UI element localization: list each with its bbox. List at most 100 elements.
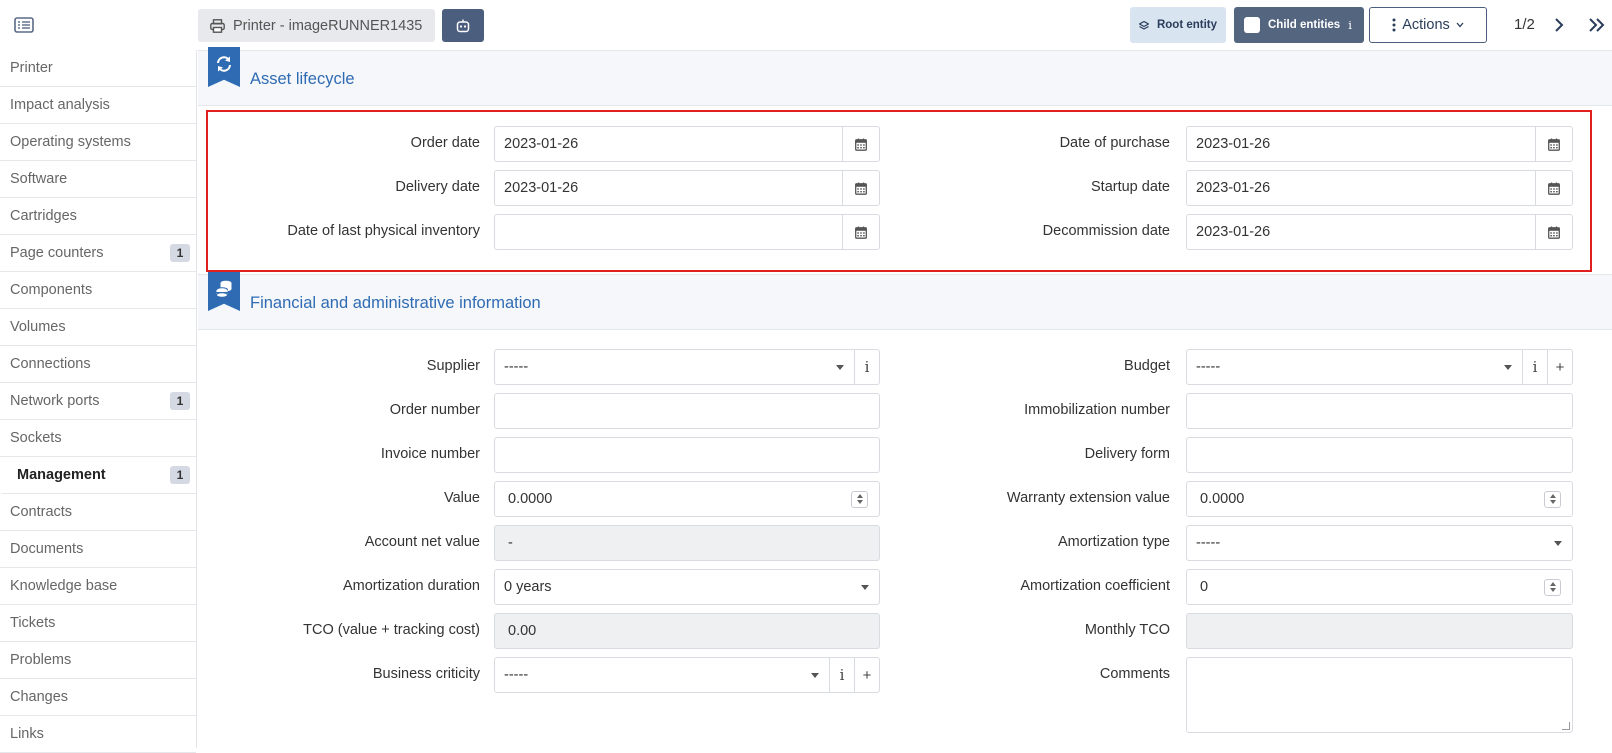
sidebar-item[interactable]: Volumes xyxy=(0,309,196,346)
calendar-icon xyxy=(1548,182,1560,195)
robot-icon xyxy=(456,19,470,32)
add-button[interactable]: + xyxy=(854,658,879,692)
actions-button[interactable]: Actions xyxy=(1369,7,1487,43)
section-title: Financial and administrative information xyxy=(250,294,541,312)
budget-select[interactable]: ----- i + xyxy=(1186,349,1573,385)
value-input[interactable]: 0.0000 xyxy=(494,481,880,517)
menu-toggle-icon[interactable] xyxy=(14,17,34,33)
sidebar-item[interactable]: Changes xyxy=(0,679,196,716)
invoice-number-label: Invoice number xyxy=(380,446,480,462)
sidebar-item[interactable]: Printer xyxy=(0,50,196,87)
calendar-button[interactable] xyxy=(1535,171,1572,205)
coins-icon xyxy=(216,280,232,298)
immobilization-number-label: Immobilization number xyxy=(1024,402,1170,418)
top-bar: Printer - imageRUNNER1435 Root entity Ch… xyxy=(0,0,1612,50)
chevron-down-icon xyxy=(1456,22,1464,28)
info-button[interactable]: i xyxy=(829,658,854,692)
more-vertical-icon xyxy=(1392,18,1396,32)
sidebar-item[interactable]: Tickets xyxy=(0,605,196,642)
sidebar-item-label: Connections xyxy=(10,356,91,372)
chevron-right-icon[interactable] xyxy=(1551,15,1567,35)
number-spinner-icon[interactable] xyxy=(851,490,868,508)
info-button[interactable]: i xyxy=(1522,350,1547,384)
order-date-value: 2023-01-26 xyxy=(504,136,579,152)
startup-date-date-input[interactable]: 2023-01-26 xyxy=(1186,170,1573,206)
bot-button[interactable] xyxy=(442,9,484,42)
delivery-date-date-input[interactable]: 2023-01-26 xyxy=(494,170,880,206)
amortization-duration-label: Amortization duration xyxy=(342,578,480,594)
amortization-duration-select[interactable]: 0 years xyxy=(494,569,880,605)
order-date-date-input[interactable]: 2023-01-26 xyxy=(494,126,880,162)
root-entity-button[interactable]: Root entity xyxy=(1130,7,1226,43)
calendar-button[interactable] xyxy=(842,171,879,205)
item-title-tab[interactable]: Printer - imageRUNNER1435 xyxy=(198,9,436,42)
count-badge: 1 xyxy=(170,466,190,484)
inventory-date-date-input[interactable] xyxy=(494,214,880,250)
info-button[interactable]: i xyxy=(854,350,879,384)
immobilization-number-input[interactable] xyxy=(1186,393,1573,429)
sidebar-item[interactable]: Documents xyxy=(0,531,196,568)
resize-handle-icon[interactable] xyxy=(1562,722,1570,730)
delivery-date-label: Delivery date xyxy=(395,179,480,195)
sidebar-item[interactable]: Sockets xyxy=(0,420,196,457)
amortization-coefficient-input[interactable]: 0 xyxy=(1186,569,1573,605)
count-badge: 1 xyxy=(170,244,190,262)
business-criticity-select[interactable]: ----- i + xyxy=(494,657,880,693)
comments-textarea[interactable] xyxy=(1186,657,1573,733)
decommission-date-date-input[interactable]: 2023-01-26 xyxy=(1186,214,1573,250)
calendar-button[interactable] xyxy=(1535,127,1572,161)
calendar-button[interactable] xyxy=(842,127,879,161)
amortization-type-label: Amortization type xyxy=(1057,534,1170,550)
delivery-form-input[interactable] xyxy=(1186,437,1573,473)
dropdown-caret-icon xyxy=(811,672,819,678)
sidebar-item[interactable]: Software xyxy=(0,161,196,198)
sidebar-item[interactable]: Impact analysis xyxy=(0,87,196,124)
financial-header[interactable]: Financial and administrative information xyxy=(198,271,1612,330)
sidebar-item[interactable]: Page counters 1 xyxy=(0,235,196,272)
number-spinner-icon[interactable] xyxy=(1544,490,1561,508)
sidebar-item[interactable]: Contracts xyxy=(0,494,196,531)
warranty-value-input[interactable]: 0.0000 xyxy=(1186,481,1573,517)
count-badge: 1 xyxy=(170,392,190,410)
number-spinner-icon[interactable] xyxy=(1544,578,1561,596)
sidebar-item[interactable]: Cartridges xyxy=(0,198,196,235)
asset-lifecycle-header[interactable]: Asset lifecycle xyxy=(198,47,1612,106)
dropdown-caret-icon xyxy=(836,364,844,370)
sidebar-item[interactable]: Network ports 1 xyxy=(0,383,196,420)
layers-icon xyxy=(1138,20,1149,30)
account-net-value-input: - xyxy=(494,525,880,561)
sidebar-item-label: Changes xyxy=(10,689,69,705)
sidebar-item[interactable]: Components xyxy=(0,272,196,309)
decommission-date-value: 2023-01-26 xyxy=(1196,224,1271,240)
child-entities-toggle[interactable]: Child entities i xyxy=(1234,7,1364,43)
actions-label: Actions xyxy=(1402,17,1450,33)
sidebar-item[interactable]: Knowledge base xyxy=(0,568,196,605)
sidebar-item-label: Links xyxy=(10,726,44,742)
child-entities-checkbox[interactable] xyxy=(1244,17,1260,33)
double-chevron-right-icon[interactable] xyxy=(1587,15,1607,35)
sidebar-item[interactable]: Links xyxy=(0,716,196,753)
calendar-button[interactable] xyxy=(1535,215,1572,249)
invoice-number-input[interactable] xyxy=(494,437,880,473)
business-criticity-label: Business criticity xyxy=(372,666,480,682)
sidebar-item-label: Management xyxy=(17,467,106,483)
order-date-label: Order date xyxy=(410,135,480,151)
supplier-select[interactable]: ----- i xyxy=(494,349,880,385)
sidebar-item[interactable]: Connections xyxy=(0,346,196,383)
amortization-type-select[interactable]: ----- xyxy=(1186,525,1573,561)
sidebar-item-label: Network ports xyxy=(10,393,100,409)
inventory-date-label: Date of last physical inventory xyxy=(287,223,480,239)
calendar-icon xyxy=(1548,226,1560,239)
sidebar-item[interactable]: Operating systems xyxy=(0,124,196,161)
sidebar-item[interactable]: Management 1 xyxy=(0,457,196,494)
sidebar-item-label: Impact analysis xyxy=(10,97,110,113)
add-button[interactable]: + xyxy=(1547,350,1572,384)
sidebar-item-label: Volumes xyxy=(10,319,66,335)
account-net-value-label: Account net value xyxy=(364,534,480,550)
sidebar-item[interactable]: Problems xyxy=(0,642,196,679)
order-number-input[interactable] xyxy=(494,393,880,429)
calendar-icon xyxy=(855,138,867,151)
purchase-date-date-input[interactable]: 2023-01-26 xyxy=(1186,126,1573,162)
sidebar-item-label: Problems xyxy=(10,652,72,668)
calendar-button[interactable] xyxy=(842,215,879,249)
